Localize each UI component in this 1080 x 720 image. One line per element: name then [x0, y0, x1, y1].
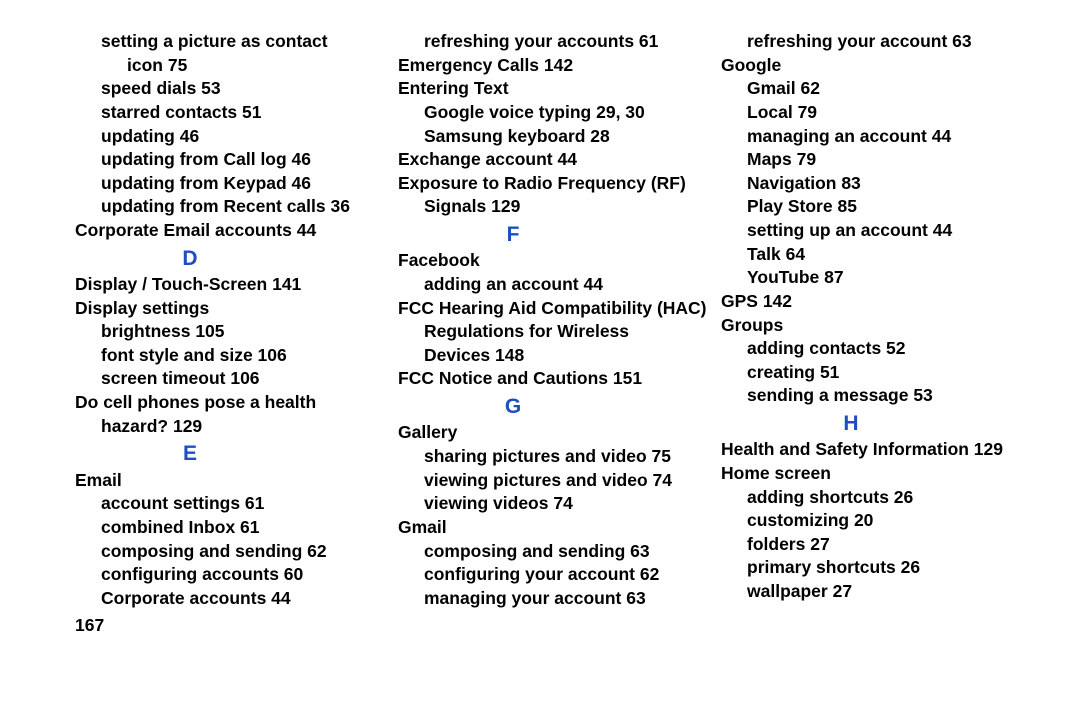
index-letter: E — [75, 438, 305, 468]
index-entry: Regulations for Wireless — [398, 320, 717, 344]
index-entry: Gmail — [398, 516, 717, 540]
index-entry: refreshing your accounts 61 — [398, 30, 717, 54]
index-entry: folders 27 — [721, 533, 1040, 557]
index-entry: creating 51 — [721, 361, 1040, 385]
index-entry: updating 46 — [75, 125, 394, 149]
index-entry: Do cell phones pose a health — [75, 391, 394, 415]
index-entry: customizing 20 — [721, 509, 1040, 533]
index-entry: composing and sending 63 — [398, 540, 717, 564]
index-letter: D — [75, 243, 305, 273]
index-entry: sharing pictures and video 75 — [398, 445, 717, 469]
index-letter: H — [721, 408, 981, 438]
index-entry: composing and sending 62 — [75, 540, 394, 564]
index-entry: Play Store 85 — [721, 195, 1040, 219]
index-entry: Local 79 — [721, 101, 1040, 125]
index-entry: sending a message 53 — [721, 384, 1040, 408]
index-entry: updating from Recent calls 36 — [75, 195, 394, 219]
column-1: setting a picture as contacticon 75speed… — [75, 30, 394, 638]
column-2: refreshing your accounts 61Emergency Cal… — [398, 30, 717, 638]
index-entry: Corporate accounts 44 — [75, 587, 394, 611]
index-entry: viewing videos 74 — [398, 492, 717, 516]
index-entry: Display / Touch-Screen 141 — [75, 273, 394, 297]
index-entry: Groups — [721, 314, 1040, 338]
index-entry: Exposure to Radio Frequency (RF) — [398, 172, 717, 196]
index-entry: Gallery — [398, 421, 717, 445]
index-entry: Gmail 62 — [721, 77, 1040, 101]
index-entry: Google — [721, 54, 1040, 78]
index-entry: adding an account 44 — [398, 273, 717, 297]
index-entry: refreshing your account 63 — [721, 30, 1040, 54]
index-entry: brightness 105 — [75, 320, 394, 344]
index-entry: FCC Hearing Aid Compatibility (HAC) — [398, 297, 717, 321]
index-entry: Facebook — [398, 249, 717, 273]
index-entry: Samsung keyboard 28 — [398, 125, 717, 149]
index-entry: adding shortcuts 26 — [721, 486, 1040, 510]
index-entry: Exchange account 44 — [398, 148, 717, 172]
index-entry: Navigation 83 — [721, 172, 1040, 196]
index-entry: setting up an account 44 — [721, 219, 1040, 243]
index-entry: adding contacts 52 — [721, 337, 1040, 361]
index-entry: screen timeout 106 — [75, 367, 394, 391]
index-letter: F — [398, 219, 628, 249]
index-entry: configuring accounts 60 — [75, 563, 394, 587]
index-entry: updating from Keypad 46 — [75, 172, 394, 196]
column-3: refreshing your account 63GoogleGmail 62… — [721, 30, 1040, 638]
index-entry: Health and Safety Information 129 — [721, 438, 1040, 462]
index-entry: Maps 79 — [721, 148, 1040, 172]
index-entry: updating from Call log 46 — [75, 148, 394, 172]
index-entry: Display settings — [75, 297, 394, 321]
page-number: 167 — [75, 614, 394, 638]
index-entry: Google voice typing 29, 30 — [398, 101, 717, 125]
index-entry: account settings 61 — [75, 492, 394, 516]
index-entry: starred contacts 51 — [75, 101, 394, 125]
index-entry: Signals 129 — [398, 195, 717, 219]
index-entry: setting a picture as contact — [75, 30, 394, 54]
index-entry: FCC Notice and Cautions 151 — [398, 367, 717, 391]
index-entry: configuring your account 62 — [398, 563, 717, 587]
index-entry: font style and size 106 — [75, 344, 394, 368]
index-entry: Home screen — [721, 462, 1040, 486]
index-columns: setting a picture as contacticon 75speed… — [75, 30, 1040, 638]
index-entry: hazard? 129 — [75, 415, 394, 439]
index-entry: GPS 142 — [721, 290, 1040, 314]
index-entry: viewing pictures and video 74 — [398, 469, 717, 493]
index-entry: wallpaper 27 — [721, 580, 1040, 604]
index-entry: primary shortcuts 26 — [721, 556, 1040, 580]
index-entry: speed dials 53 — [75, 77, 394, 101]
index-entry: Emergency Calls 142 — [398, 54, 717, 78]
index-entry: Entering Text — [398, 77, 717, 101]
index-letter: G — [398, 391, 628, 421]
index-entry: Corporate Email accounts 44 — [75, 219, 394, 243]
index-entry: icon 75 — [75, 54, 394, 78]
index-entry: managing an account 44 — [721, 125, 1040, 149]
index-entry: Devices 148 — [398, 344, 717, 368]
index-entry: Email — [75, 469, 394, 493]
index-entry: managing your account 63 — [398, 587, 717, 611]
index-entry: combined Inbox 61 — [75, 516, 394, 540]
index-entry: YouTube 87 — [721, 266, 1040, 290]
index-entry: Talk 64 — [721, 243, 1040, 267]
